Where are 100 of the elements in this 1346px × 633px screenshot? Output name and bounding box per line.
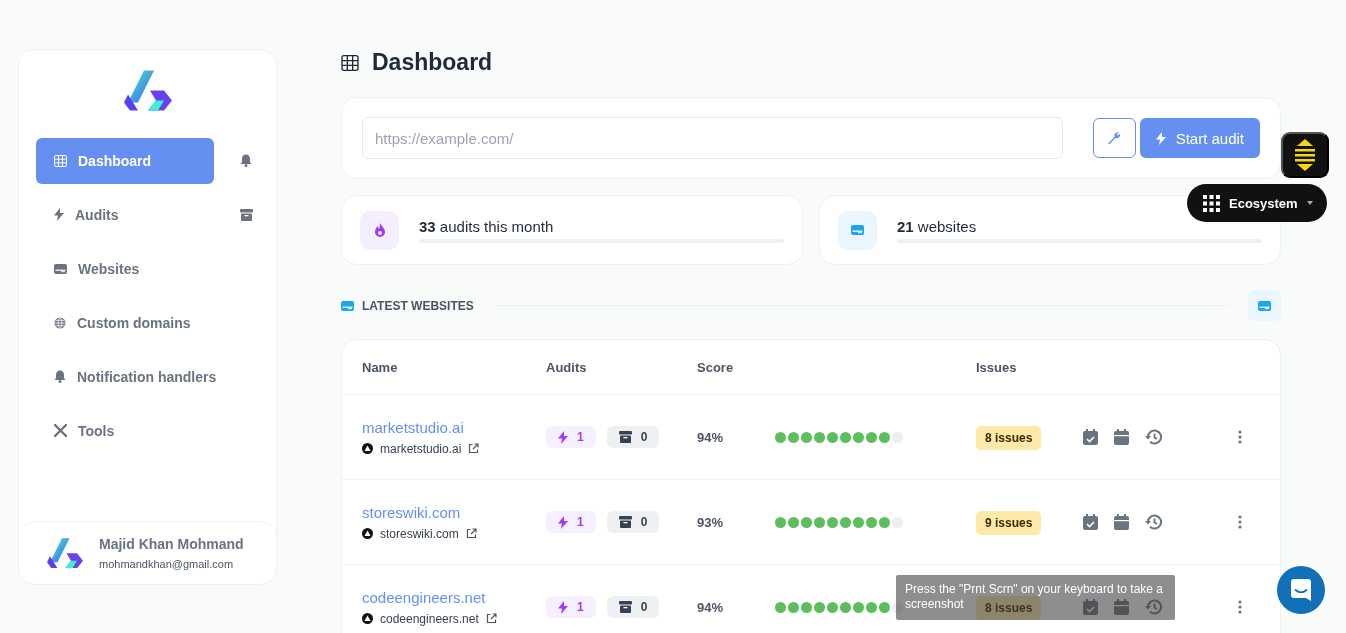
score-dot bbox=[827, 516, 838, 528]
expand-icon bbox=[1293, 139, 1317, 171]
score-dot bbox=[775, 601, 786, 613]
score-dot bbox=[801, 601, 812, 613]
column-header: Score bbox=[697, 359, 735, 375]
grid-icon bbox=[54, 154, 67, 167]
grid-icon bbox=[341, 54, 359, 71]
score-dot bbox=[840, 601, 851, 613]
external-link-icon[interactable] bbox=[468, 443, 480, 454]
calendar-check-icon[interactable] bbox=[1083, 599, 1098, 615]
score-dot bbox=[853, 431, 864, 443]
website-link[interactable]: codeengineers.net bbox=[362, 588, 486, 606]
website-link[interactable]: storeswiki.com bbox=[362, 503, 461, 521]
history-icon[interactable] bbox=[1145, 429, 1162, 445]
calendar-icon[interactable] bbox=[1114, 599, 1129, 615]
score-dot bbox=[801, 431, 812, 443]
score-dot bbox=[775, 431, 786, 443]
score-dot bbox=[866, 601, 877, 613]
score-dot bbox=[853, 601, 864, 613]
calendar-icon[interactable] bbox=[1114, 514, 1129, 530]
chat-button[interactable] bbox=[1277, 566, 1325, 614]
score-dot bbox=[814, 431, 825, 443]
archived-count: 0 bbox=[606, 596, 660, 618]
issues-badge: 9 issues bbox=[976, 511, 1042, 535]
nav-item[interactable]: Tools bbox=[36, 407, 214, 454]
apps-icon bbox=[1203, 194, 1220, 212]
archive-icon bbox=[618, 431, 632, 443]
lightning-icon bbox=[1155, 131, 1166, 145]
score-dot bbox=[801, 516, 812, 528]
user-email: mohmandkhan@gmail.com bbox=[99, 558, 235, 570]
score-dot bbox=[788, 516, 799, 528]
calendar-check-icon[interactable] bbox=[1083, 514, 1098, 530]
score-dot bbox=[840, 516, 851, 528]
column-header: Audits bbox=[546, 359, 588, 375]
bell-icon bbox=[54, 370, 66, 384]
bell-icon bbox=[240, 154, 252, 168]
globe-icon bbox=[54, 316, 66, 329]
archive-icon bbox=[240, 208, 253, 221]
calendar-check-icon[interactable] bbox=[1083, 429, 1098, 445]
wrench-icon bbox=[1107, 131, 1122, 145]
archive-button[interactable] bbox=[238, 206, 255, 223]
score-dot bbox=[879, 431, 890, 443]
nav-item[interactable]: Notification handlers bbox=[36, 353, 235, 400]
avatar bbox=[47, 537, 83, 569]
score-value: 93% bbox=[697, 514, 725, 530]
column-header: Issues bbox=[976, 359, 1018, 375]
triangle-icon bbox=[362, 613, 373, 624]
score-value: 94% bbox=[697, 599, 725, 615]
stat-text: 21 websites bbox=[897, 217, 978, 235]
score-dot bbox=[788, 601, 799, 613]
toggle-button[interactable] bbox=[1281, 132, 1329, 178]
audits-count: 1 bbox=[546, 596, 596, 618]
user-name: Majid Khan Mohmand bbox=[99, 536, 244, 552]
lightning-icon bbox=[558, 600, 568, 614]
external-link-icon[interactable] bbox=[485, 613, 497, 624]
score-dot bbox=[866, 516, 877, 528]
score-dot bbox=[814, 516, 825, 528]
score-dot bbox=[814, 601, 825, 613]
websites-button[interactable] bbox=[1248, 290, 1281, 321]
archive-icon bbox=[618, 516, 632, 528]
history-icon[interactable] bbox=[1145, 599, 1162, 615]
domain-text: marketstudio.ai bbox=[380, 441, 462, 456]
more-icon[interactable] bbox=[1238, 600, 1242, 614]
url-field[interactable]: https://example.com/ bbox=[362, 117, 1063, 159]
section-title: LATEST WEBSITES bbox=[362, 298, 474, 313]
more-icon[interactable] bbox=[1238, 515, 1242, 529]
archived-count: 0 bbox=[606, 511, 660, 533]
tools-button[interactable] bbox=[1092, 118, 1136, 158]
history-icon[interactable] bbox=[1145, 514, 1162, 530]
score-dot bbox=[775, 516, 786, 528]
card-icon bbox=[851, 225, 864, 235]
logo bbox=[123, 70, 172, 111]
card-icon bbox=[54, 263, 67, 274]
archive-icon bbox=[618, 601, 632, 613]
issues-badge: 8 issues bbox=[976, 426, 1042, 450]
nav-item[interactable]: Audits bbox=[36, 191, 214, 238]
card-icon bbox=[1258, 300, 1271, 311]
domain-text: storeswiki.com bbox=[380, 526, 459, 541]
nav-item[interactable]: Custom domains bbox=[36, 299, 214, 346]
nav-item[interactable]: Websites bbox=[36, 245, 214, 292]
caret-icon bbox=[1306, 201, 1313, 205]
more-icon[interactable] bbox=[1238, 430, 1242, 444]
score-dot bbox=[827, 601, 838, 613]
domain-text: codeengineers.net bbox=[380, 611, 479, 626]
audits-count: 1 bbox=[546, 511, 596, 533]
website-link[interactable]: marketstudio.ai bbox=[362, 418, 464, 436]
score-dot bbox=[879, 601, 890, 613]
external-link-icon[interactable] bbox=[465, 528, 477, 539]
start-audit-button[interactable]: Start audit bbox=[1139, 118, 1260, 158]
chat-icon bbox=[1290, 578, 1312, 602]
calendar-icon[interactable] bbox=[1114, 429, 1129, 445]
triangle-icon bbox=[362, 528, 373, 539]
audits-count: 1 bbox=[546, 426, 596, 448]
score-value: 94% bbox=[697, 429, 725, 445]
nav-item[interactable]: Dashboard bbox=[36, 137, 214, 184]
stat-text: 33 audits this month bbox=[419, 217, 555, 235]
ecosystem-button[interactable]: Ecosystem bbox=[1187, 184, 1327, 222]
notifications-button[interactable] bbox=[238, 152, 254, 170]
score-dot bbox=[866, 431, 877, 443]
score-dot bbox=[840, 431, 851, 443]
